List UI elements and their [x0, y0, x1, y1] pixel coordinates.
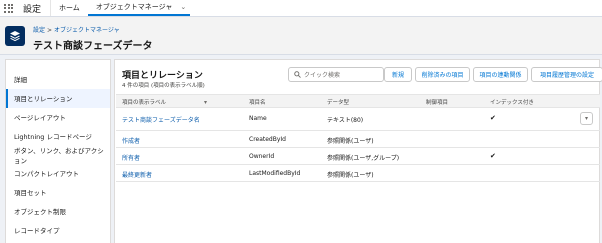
quick-search-input[interactable]: クイック検索: [288, 67, 384, 82]
field-data-type: 参照関係(ユーザ): [327, 138, 374, 145]
column-field-label-text: 項目の表示ラベル: [122, 100, 167, 106]
field-label-link[interactable]: テスト商談フェーズデータ名: [122, 115, 200, 124]
table-row: テスト商談フェーズデータ名 Name テキスト(80) ✔ ▾: [116, 108, 600, 131]
field-label-link[interactable]: 所有者: [122, 153, 140, 162]
column-field-name[interactable]: 項目名: [249, 98, 266, 106]
column-field-label[interactable]: 項目の表示ラベル ▾: [122, 98, 207, 106]
page-header: 設定 > オブジェクトマネージャ テスト商談フェーズデータ: [0, 17, 602, 55]
column-data-type[interactable]: データ型: [327, 98, 349, 106]
panel-subtitle: 4 件の項目 (項目の表示ラベル順): [122, 83, 205, 89]
breadcrumb-setup[interactable]: 設定: [33, 27, 45, 34]
breadcrumb-object-manager[interactable]: オブジェクトマネージャ: [54, 27, 120, 34]
panel-title: 項目とリレーション: [122, 71, 203, 81]
sidebar-item-field-sets[interactable]: 項目セット: [6, 183, 110, 202]
app-launcher-icon: [4, 3, 13, 13]
table-row: 所有者 OwnerId 参照関係(ユーザ,グループ) ✔: [116, 148, 600, 165]
row-menu-button[interactable]: ▾: [580, 112, 593, 125]
search-placeholder: クイック検索: [304, 72, 341, 79]
table-row: 作成者 CreatedById 参照関係(ユーザ): [116, 131, 600, 148]
indexed-check-icon: ✔: [490, 114, 496, 122]
search-icon: [294, 71, 301, 78]
indexed-check-icon: ✔: [490, 152, 496, 160]
sidebar-item-compact-layouts[interactable]: コンパクトレイアウト: [6, 164, 110, 183]
sidebar-item-details[interactable]: 詳細: [6, 70, 110, 89]
field-data-type: テキスト(80): [327, 117, 364, 124]
chevron-down-icon[interactable]: ⌄: [180, 3, 186, 11]
chevron-down-icon: ▾: [584, 115, 588, 122]
field-api-name: OwnerId: [249, 153, 275, 160]
global-nav-bar: 設定 ホーム オブジェクトマネージャ ⌄: [0, 0, 602, 17]
sidebar-item-buttons-links-actions[interactable]: ボタン、リンク、およびアクション: [6, 145, 110, 165]
field-label-link[interactable]: 最終更新者: [122, 170, 152, 179]
field-api-name: LastModifiedById: [249, 170, 301, 177]
panel-actions: 新規 削除済みの項目 項目の連動関係 項目履歴管理の設定: [381, 67, 602, 82]
field-label-link[interactable]: 作成者: [122, 136, 140, 145]
tab-object-manager-label: オブジェクトマネージャ: [95, 3, 173, 11]
arrow-down-icon[interactable]: ▾: [204, 99, 207, 106]
table-header: 項目の表示ラベル ▾ 項目名 データ型 制御項目 インデックス付き: [116, 94, 600, 108]
tab-object-manager[interactable]: オブジェクトマネージャ ⌄: [87, 0, 191, 16]
field-dependencies-button[interactable]: 項目の連動関係: [473, 67, 528, 82]
sidebar-item-page-layouts[interactable]: ページレイアウト: [6, 108, 110, 127]
tab-home[interactable]: ホーム: [51, 0, 88, 16]
field-api-name: CreatedById: [249, 136, 286, 143]
layers-icon: [5, 26, 25, 46]
sidebar-item-lightning-record-pages[interactable]: Lightning レコードページ: [6, 126, 110, 145]
field-data-type: 参照関係(ユーザ,グループ): [327, 155, 400, 162]
field-data-type: 参照関係(ユーザ): [327, 172, 374, 179]
object-sidebar: 詳細 項目とリレーション ページレイアウト Lightning レコードページ …: [5, 59, 111, 243]
deleted-fields-button[interactable]: 削除済みの項目: [415, 67, 470, 82]
breadcrumb-separator: >: [47, 27, 53, 34]
app-name: 設定: [17, 0, 52, 16]
new-field-button[interactable]: 新規: [384, 67, 412, 82]
column-indexed[interactable]: インデックス付き: [490, 98, 534, 106]
sidebar-item-fields-relationships[interactable]: 項目とリレーション: [6, 88, 110, 108]
page-title: テスト商談フェーズデータ: [33, 41, 153, 52]
sidebar-item-object-limits[interactable]: オブジェクト制限: [6, 202, 110, 221]
field-history-tracking-button[interactable]: 項目履歴管理の設定: [531, 67, 602, 82]
field-api-name: Name: [249, 115, 267, 122]
app-launcher-button[interactable]: [0, 0, 17, 16]
breadcrumb: 設定 > オブジェクトマネージャ: [33, 25, 120, 34]
fields-panel: 項目とリレーション 4 件の項目 (項目の表示ラベル順) クイック検索 新規 削…: [114, 59, 602, 243]
sidebar-item-record-types[interactable]: レコードタイプ: [6, 220, 110, 239]
column-controlling-field[interactable]: 制御項目: [426, 98, 448, 106]
table-row: 最終更新者 LastModifiedById 参照関係(ユーザ): [116, 165, 600, 182]
